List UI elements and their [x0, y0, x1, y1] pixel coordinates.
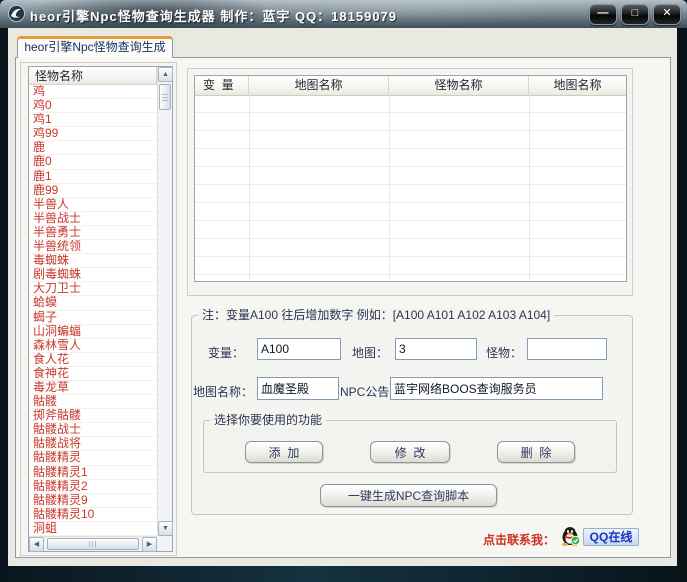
list-item[interactable]: 鸡1 — [29, 113, 157, 127]
list-item[interactable]: 掷斧骷髅 — [29, 409, 157, 423]
column-divider — [389, 95, 390, 280]
list-item[interactable]: 鸡 — [29, 85, 157, 99]
monster-label: 怪物： — [486, 344, 522, 361]
variable-label: 变量： — [208, 344, 244, 361]
vertical-scrollbar[interactable]: ▲ ▼ — [157, 67, 172, 536]
table-row[interactable] — [195, 113, 626, 131]
list-item[interactable]: 洞蛆 — [29, 522, 157, 536]
table-row[interactable] — [195, 257, 626, 275]
npc-notice-input[interactable] — [390, 377, 603, 400]
list-item[interactable]: 骷髅战将 — [29, 437, 157, 451]
horizontal-scroll-thumb[interactable] — [47, 538, 139, 550]
list-item[interactable]: 山洞蝙蝠 — [29, 325, 157, 339]
list-item[interactable]: 半兽勇士 — [29, 226, 157, 240]
vertical-scroll-thumb[interactable] — [159, 84, 171, 110]
column-header-monster-name[interactable]: 怪物名称 — [389, 76, 529, 95]
contact-label: 点击联系我： — [483, 531, 555, 548]
add-button[interactable]: 添 加 — [245, 441, 323, 463]
monster-list-header[interactable]: 怪物名称 — [29, 67, 157, 85]
map-name-label: 地图名称： — [193, 383, 253, 400]
column-divider — [529, 95, 530, 280]
delete-button[interactable]: 删 除 — [497, 441, 575, 463]
list-item[interactable]: 鹿99 — [29, 184, 157, 198]
qq-penguin-icon[interactable] — [560, 526, 581, 546]
list-item[interactable]: 骷髅 — [29, 395, 157, 409]
close-button[interactable]: ✕ — [653, 4, 681, 25]
table-row[interactable] — [195, 167, 626, 185]
function-group-label: 选择你要使用的功能 — [210, 413, 326, 428]
list-item[interactable]: 食人花 — [29, 353, 157, 367]
list-item[interactable]: 鸡99 — [29, 127, 157, 141]
scrollbar-corner — [157, 536, 172, 551]
list-item[interactable]: 鹿 — [29, 141, 157, 155]
result-table-header: 变 量 地图名称 怪物名称 地图名称 — [195, 76, 626, 96]
table-row[interactable] — [195, 95, 626, 113]
table-row[interactable] — [195, 131, 626, 149]
modify-button[interactable]: 修 改 — [370, 441, 450, 463]
app-window: heor引擎Npc怪物查询生成器 制作：蓝宇 QQ：18159079 — □ ✕… — [0, 0, 687, 582]
horizontal-scrollbar[interactable]: ◀ ▶ — [29, 536, 157, 551]
list-item[interactable]: 骷髅精灵10 — [29, 508, 157, 522]
map-label: 地图： — [352, 344, 388, 361]
monster-listbox: 怪物名称 鸡鸡0鸡1鸡99鹿鹿0鹿1鹿99半兽人半兽战士半兽勇士半兽统领毒蜘蛛剧… — [28, 66, 173, 552]
list-item[interactable]: 蝎子 — [29, 311, 157, 325]
app-icon — [8, 5, 25, 22]
list-item[interactable]: 鸡0 — [29, 99, 157, 113]
list-item[interactable]: 鹿1 — [29, 170, 157, 184]
table-row[interactable] — [195, 221, 626, 239]
table-row[interactable] — [195, 203, 626, 221]
map-name-input[interactable] — [257, 377, 339, 400]
list-item[interactable]: 骷髅精灵9 — [29, 494, 157, 508]
table-row[interactable] — [195, 275, 626, 281]
list-item[interactable]: 半兽战士 — [29, 212, 157, 226]
table-body — [195, 95, 626, 281]
map-input[interactable] — [395, 338, 477, 360]
table-row[interactable] — [195, 185, 626, 203]
list-item[interactable]: 鹿0 — [29, 155, 157, 169]
minimize-button[interactable]: — — [589, 4, 617, 25]
scroll-down-icon[interactable]: ▼ — [158, 521, 173, 536]
scroll-right-icon[interactable]: ▶ — [142, 537, 157, 552]
result-table: 变 量 地图名称 怪物名称 地图名称 — [194, 75, 627, 282]
list-item[interactable]: 骷髅精灵 — [29, 451, 157, 465]
table-row[interactable] — [195, 149, 626, 167]
list-item[interactable]: 毒龙草 — [29, 381, 157, 395]
list-item[interactable]: 骷髅精灵2 — [29, 480, 157, 494]
list-item[interactable]: 骷髅战士 — [29, 423, 157, 437]
list-item[interactable]: 剧毒蜘蛛 — [29, 268, 157, 282]
column-header-map-name-2[interactable]: 地图名称 — [529, 76, 626, 95]
list-item[interactable]: 骷髅精灵1 — [29, 466, 157, 480]
column-divider — [249, 95, 250, 280]
list-item[interactable]: 森林雪人 — [29, 339, 157, 353]
list-item[interactable]: 半兽人 — [29, 198, 157, 212]
scroll-up-icon[interactable]: ▲ — [158, 67, 173, 82]
scroll-left-icon[interactable]: ◀ — [29, 537, 44, 552]
table-row[interactable] — [195, 239, 626, 257]
column-header-map-name[interactable]: 地图名称 — [249, 76, 389, 95]
list-item[interactable]: 毒蜘蛛 — [29, 254, 157, 268]
list-item[interactable]: 食神花 — [29, 367, 157, 381]
list-item[interactable]: 半兽统领 — [29, 240, 157, 254]
tab-npc-generator[interactable]: heor引擎Npc怪物查询生成 — [17, 36, 173, 58]
list-item[interactable]: 大刀卫士 — [29, 282, 157, 296]
column-header-variable[interactable]: 变 量 — [195, 76, 249, 95]
list-item[interactable]: 蛤蟆 — [29, 296, 157, 310]
qq-online-badge[interactable]: QQ在线 — [583, 528, 639, 546]
window-title: heor引擎Npc怪物查询生成器 制作：蓝宇 QQ：18159079 — [30, 6, 397, 25]
note-text: 注：变量A100 往后增加数字 例如：[A100 A101 A102 A103 … — [198, 308, 554, 323]
variable-input[interactable] — [257, 338, 341, 360]
maximize-button[interactable]: □ — [621, 4, 649, 25]
monster-list-items: 鸡鸡0鸡1鸡99鹿鹿0鹿1鹿99半兽人半兽战士半兽勇士半兽统领毒蜘蛛剧毒蜘蛛大刀… — [29, 85, 157, 536]
monster-input[interactable] — [527, 338, 607, 360]
generate-script-button[interactable]: 一键生成NPC查询脚本 — [320, 484, 497, 507]
title-bar[interactable]: heor引擎Npc怪物查询生成器 制作：蓝宇 QQ：18159079 — □ ✕ — [0, 0, 687, 28]
